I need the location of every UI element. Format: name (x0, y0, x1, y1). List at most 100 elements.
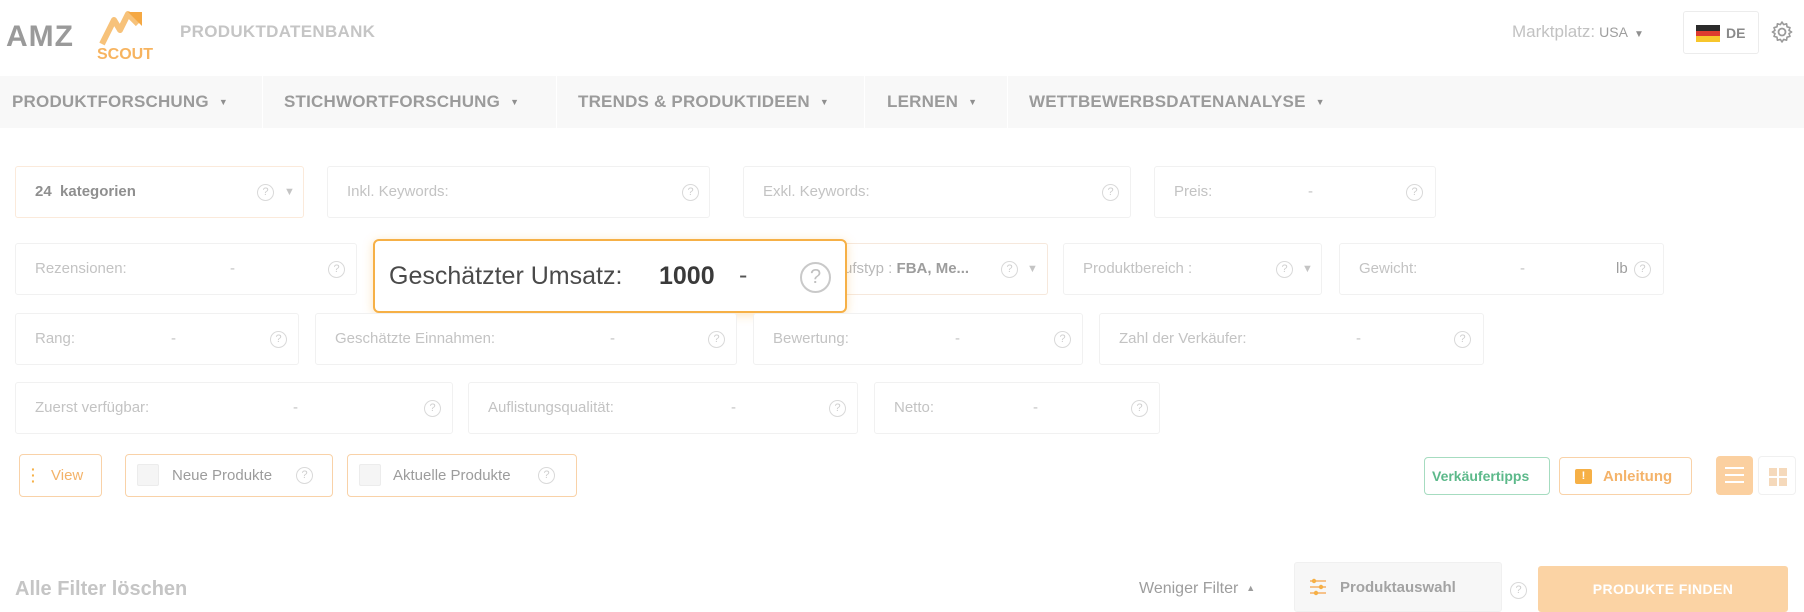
rank-label: Rang: (35, 330, 76, 347)
chevron-down-icon: ▼ (1027, 263, 1038, 275)
vertical-dots-icon: · · · (31, 461, 36, 489)
product-selection-label: Produktauswahl (1340, 579, 1456, 596)
nav-item-competitor-analysis[interactable]: WETTBEWERBSDATENANALYSE ▼ (1029, 76, 1325, 128)
listing-quality-input[interactable]: Auflistungsqualität: - ? (468, 382, 858, 434)
range-dash: - (739, 261, 748, 289)
help-icon[interactable]: ? (1406, 184, 1423, 201)
help-icon[interactable]: ? (829, 400, 846, 417)
help-icon[interactable]: ? (708, 331, 725, 348)
reviews-label: Rezensionen: (35, 260, 127, 277)
help-icon[interactable]: ? (1001, 261, 1018, 278)
range-dash: - (610, 330, 615, 347)
guide-button[interactable]: ! Anleitung (1559, 457, 1692, 495)
net-range-input[interactable]: Netto: - ? (874, 382, 1160, 434)
range-dash: - (1033, 399, 1038, 416)
new-products-checkbox[interactable] (137, 464, 159, 486)
seller-tips-button[interactable]: Verkäufertipps (1424, 457, 1550, 495)
exclude-keywords-input[interactable]: Exkl. Keywords: ? (743, 166, 1131, 218)
nav-label: TRENDS & PRODUKTIDEEN (578, 92, 810, 111)
range-dash: - (171, 330, 176, 347)
help-icon[interactable]: ? (800, 262, 831, 293)
include-keywords-input[interactable]: Inkl. Keywords: ? (327, 166, 710, 218)
grid-view-toggle[interactable] (1758, 456, 1796, 495)
estimated-revenue-input[interactable]: Geschätzte Einnahmen: - ? (315, 313, 737, 365)
amzscout-logo[interactable]: AMZ SCOUT (6, 8, 153, 64)
product-selection-button[interactable]: Produktauswahl (1294, 562, 1502, 612)
find-products-button[interactable]: PRODUKTE FINDEN (1538, 566, 1788, 612)
estimated-sales-min[interactable]: 1000 (659, 262, 715, 291)
range-dash: - (955, 330, 960, 347)
help-icon[interactable]: ? (257, 184, 274, 201)
estimated-sales-input[interactable]: Geschätzter Umsatz: 1000 - ? (373, 239, 847, 313)
nav-item-trends[interactable]: TRENDS & PRODUKTIDEEN ▼ (578, 76, 829, 128)
nav-label: WETTBEWERBSDATENANALYSE (1029, 92, 1306, 111)
weight-unit: lb (1616, 260, 1628, 277)
chevron-down-icon: ▼ (218, 97, 228, 107)
range-dash: - (1520, 260, 1525, 277)
help-icon[interactable]: ? (424, 400, 441, 417)
top-header: AMZ SCOUT PRODUKTDATENBANK Marktplatz: US… (0, 0, 1804, 76)
sellers-range-input[interactable]: Zahl der Verkäufer: - ? (1099, 313, 1484, 365)
rank-range-input[interactable]: Rang: - ? (15, 313, 299, 365)
listing-quality-label: Auflistungsqualität: (488, 399, 614, 416)
price-range-input[interactable]: Preis: - ? (1154, 166, 1436, 218)
help-icon[interactable]: ? (1454, 331, 1471, 348)
first-available-label: Zuerst verfügbar: (35, 399, 150, 416)
reviews-range-input[interactable]: Rezensionen: - ? (15, 243, 357, 295)
view-label: View (51, 467, 84, 484)
nav-label: PRODUKTFORSCHUNG (12, 92, 209, 111)
clear-all-filters-link[interactable]: Alle Filter löschen (15, 578, 187, 601)
help-icon[interactable]: ? (682, 184, 699, 201)
include-keywords-label: Inkl. Keywords: (347, 183, 449, 200)
current-products-checkbox[interactable] (359, 464, 381, 486)
rating-range-input[interactable]: Bewertung: - ? (753, 313, 1083, 365)
logo-subtext: SCOUT (97, 46, 153, 63)
range-dash: - (293, 399, 298, 416)
sellers-label: Zahl der Verkäufer: (1119, 330, 1247, 347)
sales-type-select[interactable]: ufstyp : FBA, Me... ? ▼ (820, 243, 1048, 295)
new-products-toggle[interactable]: Neue Produkte ? (125, 454, 333, 497)
help-icon[interactable]: ? (270, 331, 287, 348)
current-products-toggle[interactable]: Aktuelle Produkte ? (347, 454, 577, 497)
help-icon[interactable]: ? (1131, 400, 1148, 417)
help-icon[interactable]: ? (1510, 582, 1527, 599)
help-icon[interactable]: ? (1054, 331, 1071, 348)
page-title: PRODUKTDATENBANK (180, 22, 376, 41)
weight-range-input[interactable]: Gewicht: - lb ? (1339, 243, 1664, 295)
fewer-filters-label: Weniger Filter (1139, 580, 1239, 597)
nav-item-learn[interactable]: LERNEN ▼ (887, 76, 977, 128)
net-label: Netto: (894, 399, 935, 416)
sales-type-label: ufstyp : (844, 260, 893, 277)
weight-label: Gewicht: (1359, 260, 1418, 277)
nav-label: LERNEN (887, 92, 959, 111)
gear-icon[interactable] (1770, 20, 1794, 44)
help-icon[interactable]: ? (1102, 184, 1119, 201)
guide-label: Anleitung (1603, 468, 1673, 485)
main-nav: PRODUKTFORSCHUNG ▼ STICHWORTFORSCHUNG ▼ TR… (0, 76, 1804, 128)
view-button[interactable]: · · · View (19, 454, 102, 497)
guide-icon: ! (1575, 469, 1592, 484)
marketplace-selector[interactable]: Marktplatz: USA ▼ (1512, 22, 1644, 42)
range-dash: - (1308, 183, 1313, 200)
language-selector[interactable]: DE (1683, 11, 1759, 54)
help-icon[interactable]: ? (296, 467, 313, 484)
list-icon (1725, 467, 1744, 469)
list-view-toggle[interactable] (1716, 456, 1753, 495)
help-icon[interactable]: ? (328, 261, 345, 278)
german-flag-icon (1696, 25, 1720, 42)
fewer-filters-toggle[interactable]: Weniger Filter ▲ (1139, 580, 1255, 598)
marketplace-label: Marktplatz: (1512, 22, 1596, 41)
product-tier-select[interactable]: Produktbereich : ? ▼ (1063, 243, 1322, 295)
nav-item-keyword-research[interactable]: STICHWORTFORSCHUNG ▼ (284, 76, 519, 128)
current-products-label: Aktuelle Produkte (393, 467, 511, 484)
help-icon[interactable]: ? (538, 467, 555, 484)
help-icon[interactable]: ? (1634, 261, 1651, 278)
help-icon[interactable]: ? (1276, 261, 1293, 278)
first-available-input[interactable]: Zuerst verfügbar: - ? (15, 382, 453, 434)
nav-item-product-research[interactable]: PRODUKTFORSCHUNG ▼ (12, 76, 228, 128)
chevron-down-icon: ▼ (819, 97, 829, 107)
product-tier-label: Produktbereich : (1083, 260, 1193, 277)
nav-label: STICHWORTFORSCHUNG (284, 92, 501, 111)
grid-icon (1769, 468, 1777, 476)
categories-select[interactable]: 24 kategorien ? ▼ (15, 166, 304, 218)
